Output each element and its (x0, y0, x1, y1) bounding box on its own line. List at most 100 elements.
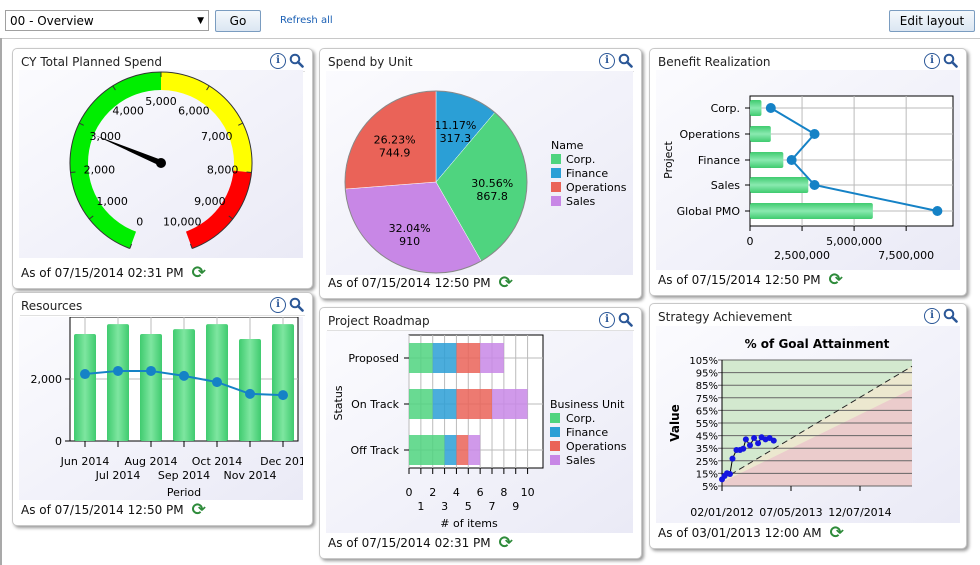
y-tick-label: 2,000 (31, 373, 63, 386)
chart-title: % of Goal Attainment (745, 337, 890, 351)
x-tick-label: Jun 2014 (60, 455, 110, 468)
x-tick-label: 2 (429, 486, 436, 499)
x-tick-label: Sep 2014 (158, 469, 210, 482)
pie-percent-label: 32.04% (389, 222, 431, 235)
legend-title: Business Unit (550, 398, 625, 411)
legend-title: Name (551, 139, 584, 152)
legend-label: Operations (566, 181, 627, 194)
refresh-icon[interactable]: ⟳ (192, 502, 206, 519)
chart: 11.17%317.3 30.56%867.8 32.04%910 26.23%744… (326, 71, 633, 275)
legend-swatch (551, 182, 561, 192)
bar (750, 126, 771, 142)
data-point (146, 365, 156, 376)
pie-value-label: 317.3 (440, 132, 472, 145)
y-tick-label: 75% (696, 394, 718, 405)
bar-segment (444, 435, 457, 465)
y-tick-label: 55% (696, 419, 718, 430)
data-point (786, 155, 797, 165)
x-tick-label: 02/01/2012 (690, 506, 753, 519)
legend-swatch (550, 427, 560, 437)
refresh-all-link[interactable]: Refresh all (280, 15, 333, 26)
divider (20, 315, 305, 316)
info-icon[interactable]: i (924, 53, 940, 69)
search-icon[interactable] (943, 53, 958, 68)
edit-layout-button[interactable]: Edit layout (889, 10, 975, 32)
go-button[interactable]: Go (215, 10, 261, 32)
chart: Corp. Operations Finance Sales Global PMO 0 2,… (656, 70, 960, 270)
widget-panel: Spend by Unit i As of 07/15/2014 12:50 P… (319, 48, 642, 299)
bar (140, 334, 162, 441)
data-point (80, 369, 90, 380)
y-tick-label: 65% (696, 406, 718, 417)
search-icon[interactable] (943, 308, 958, 323)
refresh-icon[interactable]: ⟳ (830, 525, 844, 542)
data-point (113, 365, 123, 376)
as-of-timestamp: As of 07/15/2014 12:50 PM (21, 503, 184, 517)
x-tick-label: Oct 2014 (192, 455, 243, 468)
bar-segment (492, 389, 528, 419)
widget-panel: Project Roadmap i As of 07/15/2014 02:31… (319, 307, 642, 559)
data-point (755, 440, 762, 447)
bar-segment (456, 389, 493, 419)
search-icon[interactable] (618, 53, 633, 68)
x-tick-label: 8 (500, 486, 507, 499)
view-select[interactable]: 00 - Overview ▼ (5, 10, 209, 31)
legend-swatch (550, 441, 560, 451)
bar-segment (468, 435, 481, 465)
x-tick-label: 9 (512, 500, 519, 513)
data-point (729, 455, 736, 462)
info-icon[interactable]: i (599, 53, 615, 69)
view-select-value: 00 - Overview (10, 14, 94, 28)
search-icon[interactable] (618, 312, 633, 327)
data-point (245, 388, 255, 399)
gauge-tick-label: 4,000 (112, 104, 144, 117)
bar (173, 329, 195, 441)
pie-percent-label: 30.56% (471, 177, 513, 190)
widget-panel: Strategy Achievement i As of 03/01/2013 … (649, 303, 967, 549)
y-tick-label: 15% (696, 469, 718, 480)
data-point (751, 434, 758, 441)
y-axis-title: Value (668, 404, 682, 442)
legend-label: Sales (566, 454, 596, 467)
y-tick-label: 5% (702, 482, 718, 493)
as-of-timestamp: As of 03/01/2013 12:00 AM (658, 526, 822, 540)
x-tick-label: Nov 2014 (224, 469, 277, 482)
refresh-icon[interactable]: ⟳ (499, 535, 513, 552)
info-icon[interactable]: i (270, 297, 286, 313)
legend-label: Finance (566, 426, 608, 439)
gauge-tick-label: 7,000 (201, 130, 233, 143)
refresh-icon[interactable]: ⟳ (192, 265, 206, 282)
gauge-tick (246, 171, 252, 174)
info-icon[interactable]: i (599, 312, 615, 328)
info-icon[interactable]: i (924, 308, 940, 324)
legend-swatch (550, 455, 560, 465)
x-tick-label: 12/07/2014 (828, 506, 891, 519)
refresh-icon[interactable]: ⟳ (499, 275, 513, 292)
legend-swatch (551, 168, 561, 178)
bar (107, 324, 129, 441)
x-axis-title: Period (167, 486, 201, 499)
bar-segment (432, 343, 457, 373)
data-point (726, 471, 733, 478)
y-tick-label: 95% (696, 369, 718, 380)
x-tick-label: 6 (477, 486, 484, 499)
category-label: Corp. (711, 102, 740, 115)
x-tick-label: 4 (453, 486, 460, 499)
refresh-icon[interactable]: ⟳ (829, 272, 843, 289)
search-icon[interactable] (289, 53, 304, 68)
x-tick-label: 0 (747, 235, 754, 248)
search-icon[interactable] (289, 297, 304, 312)
bar-segment (409, 435, 445, 465)
legend-label: Corp. (566, 153, 595, 166)
widget-title: Strategy Achievement (658, 310, 793, 324)
x-tick-label: 7,500,000 (878, 249, 934, 262)
chart: 0 1,000 2,000 3,000 4,0005,0006,000 7,000 8,00… (19, 70, 303, 258)
toolbar: 00 - Overview ▼ Go Refresh all Edit layou… (0, 0, 980, 39)
data-point (770, 437, 777, 444)
info-icon[interactable]: i (270, 53, 286, 69)
x-axis-title: # of items (440, 517, 498, 530)
widget-title: Benefit Realization (658, 55, 771, 69)
legend-swatch (551, 196, 561, 206)
gauge-tick-label: 8,000 (207, 163, 239, 176)
x-tick-label: Aug 2014 (125, 455, 178, 468)
